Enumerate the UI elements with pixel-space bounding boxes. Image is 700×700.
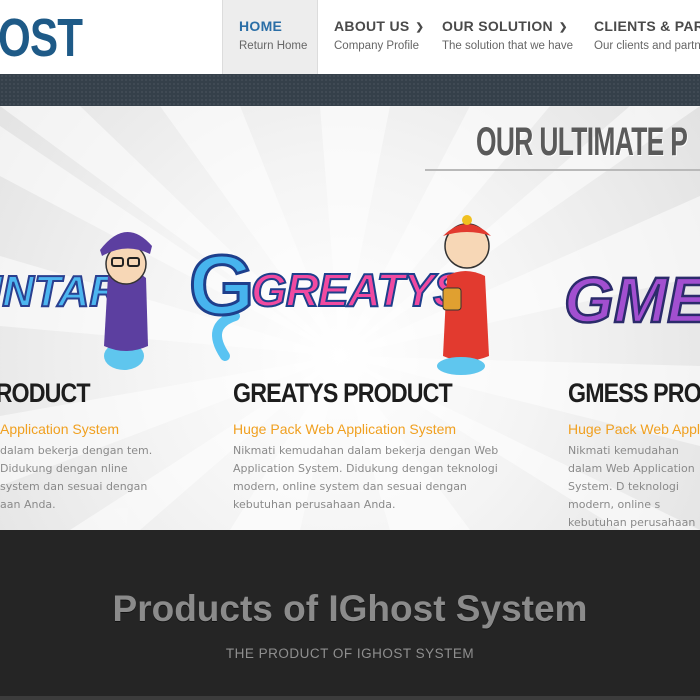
section-divider — [0, 696, 700, 700]
greatys-logo-text: GREATYS — [251, 264, 464, 316]
pintar-logo-image: INTAR — [0, 231, 152, 370]
nav-our-solution[interactable]: OUR SOLUTION ❯ The solution that we have — [426, 0, 578, 74]
nav-solution-subtitle: The solution that we have — [442, 40, 574, 52]
chevron-down-icon: ❯ — [415, 22, 425, 33]
nav-about-subtitle: Company Profile — [334, 40, 420, 52]
product-description: Nikmati kemudahan dalam Web Application … — [568, 444, 696, 529]
product-name[interactable]: GREATYS PRODUCT — [233, 378, 482, 409]
product-card-gmess: GMESS PRODU Huge Pack Web Appl Nikmati k… — [568, 378, 700, 530]
nav-solution-title: OUR SOLUTION ❯ — [442, 18, 567, 34]
product-name[interactable]: GMESS PRODU — [568, 378, 700, 409]
nav-about-us[interactable]: ABOUT US ❯ Company Profile — [318, 0, 426, 74]
pintar-logo-text: INTAR — [0, 267, 121, 316]
greatys-logo-image: G GREATYS — [188, 215, 491, 375]
products-section: Products of IGhost System THE PRODUCT OF… — [0, 530, 700, 700]
greatys-logo-g-letter: G — [189, 238, 254, 332]
product-card-greatys: GREATYS PRODUCT Huge Pack Web Applicatio… — [233, 378, 523, 514]
gmess-logo-text: GME — [564, 264, 700, 336]
chevron-down-icon: ❯ — [558, 22, 568, 33]
gmess-logo-image: GME — [563, 263, 700, 338]
nav-about-label: ABOUT US — [334, 18, 410, 34]
header-texture-band — [0, 74, 700, 106]
section-title: Products of IGhost System — [112, 588, 588, 629]
product-name: PRODUCT — [0, 378, 91, 408]
product-slider: OUR ULTIMATE P INTAR G GREATYS GME ODUCT… — [0, 106, 700, 530]
banner-title: OUR ULTIMATE P — [476, 120, 688, 164]
banner-title-rule — [425, 169, 700, 171]
product-card-left: PRODUCT Application System dalam bekerja… — [0, 378, 154, 514]
section-subtitle: THE PRODUCT OF IGHOST SYSTEM — [225, 646, 475, 661]
nav-about-title: ABOUT US ❯ — [334, 18, 424, 34]
nav-home-subtitle: Return Home — [239, 40, 308, 52]
nav-clients-title: CLIENTS & PARTNE — [594, 18, 700, 34]
nav-home[interactable]: HOME Return Home — [222, 0, 318, 74]
product-tagline: Huge Pack Web Appl — [568, 421, 700, 437]
product-tagline: Huge Pack Web Application System — [233, 421, 457, 437]
site-header: OST HOME Return Home ABOUT US ❯ Company P… — [0, 0, 700, 74]
nav-clients-subtitle: Our clients and partne — [594, 40, 700, 52]
product-tagline: Application System — [0, 421, 120, 437]
site-logo[interactable]: OST — [0, 8, 83, 68]
product-description: dalam bekerja dengan tem. Didukung denga… — [0, 444, 153, 511]
nav-solution-label: OUR SOLUTION — [442, 18, 553, 34]
main-nav: HOME Return Home ABOUT US ❯ Company Profi… — [222, 0, 700, 74]
page: OST HOME Return Home ABOUT US ❯ Company P… — [0, 0, 700, 700]
nav-clients-partners[interactable]: CLIENTS & PARTNE Our clients and partne — [578, 0, 700, 74]
product-description: Nikmati kemudahan dalam bekerja dengan W… — [233, 444, 499, 511]
nav-home-title: HOME — [239, 18, 283, 34]
